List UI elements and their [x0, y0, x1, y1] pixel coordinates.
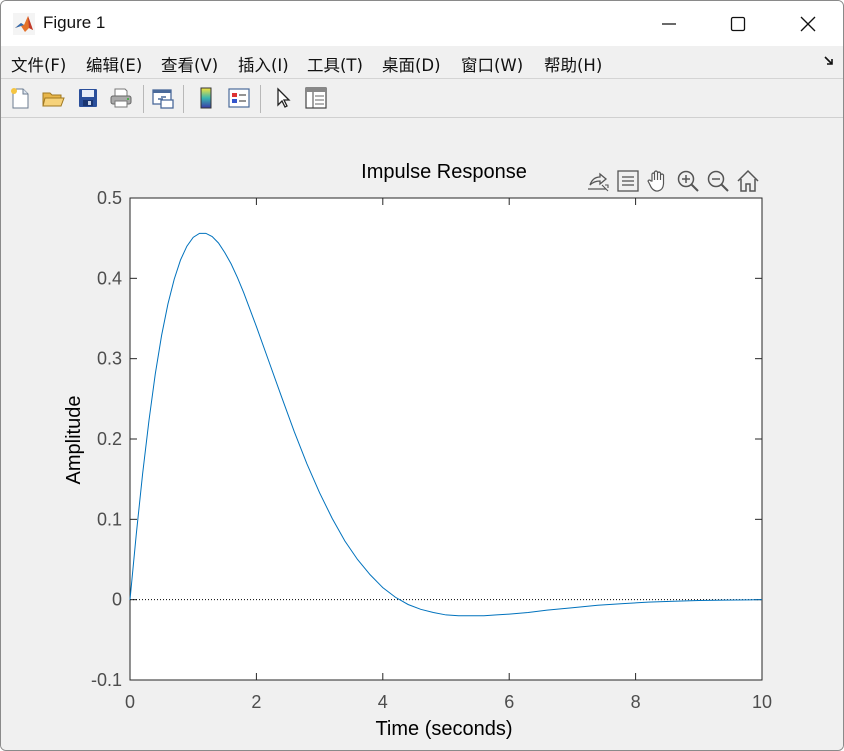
- y-tick-label: -0.1: [91, 670, 122, 690]
- menu-window[interactable]: 窗口(W): [461, 52, 523, 76]
- legend-icon: [228, 88, 250, 108]
- print-icon: [110, 88, 132, 108]
- minimize-icon: [662, 22, 676, 25]
- y-tick-label: 0.2: [97, 429, 122, 449]
- impulse-response-plot[interactable]: -0.100.10.20.30.40.5 0 2 4 6 8 10 Impulse Res…: [1, 118, 843, 750]
- link-plot-icon: [152, 89, 174, 109]
- close-button[interactable]: [773, 1, 843, 46]
- data-tips-icon[interactable]: [588, 172, 609, 192]
- menu-insert[interactable]: 插入(I): [238, 52, 289, 76]
- menu-tools[interactable]: 工具(T): [307, 52, 363, 76]
- open-file-button[interactable]: [40, 85, 66, 111]
- toolbar-separator: [260, 85, 261, 113]
- zoom-out-icon[interactable]: [707, 170, 729, 192]
- x-tick-labels: 0 2 4 6 8 10: [125, 692, 772, 712]
- y-tick-label: 0.5: [97, 188, 122, 208]
- x-tick-label: 2: [251, 692, 261, 712]
- print-button[interactable]: [108, 85, 134, 111]
- save-button[interactable]: [75, 85, 101, 111]
- x-tick-label: 10: [752, 692, 772, 712]
- pointer-icon: [277, 87, 291, 108]
- property-inspector-button[interactable]: [303, 85, 329, 111]
- maximize-button[interactable]: [703, 1, 773, 46]
- pan-hand-icon[interactable]: [647, 170, 665, 192]
- new-figure-button[interactable]: [7, 85, 33, 111]
- menu-desktop[interactable]: 桌面(D): [382, 52, 441, 76]
- y-tick-labels: -0.1 0 0.1 0.2 0.3 0.4 0.5: [91, 188, 122, 690]
- axes-toolbar: [588, 169, 759, 192]
- home-icon[interactable]: [737, 169, 759, 192]
- legend-button[interactable]: [226, 85, 252, 111]
- maximize-icon: [730, 16, 746, 31]
- toolbar-separator: [143, 85, 144, 113]
- zoom-in-icon[interactable]: [677, 170, 699, 192]
- y-tick-label: 0.1: [97, 509, 122, 529]
- x-axis-label: Time (seconds): [375, 718, 512, 740]
- figure-canvas: -0.1 0 0.1 0.2 0.3 0.4 0.5 0 2 4 6 8 10 Impulse Res…: [1, 118, 843, 750]
- y-tick-label: 0.4: [97, 268, 122, 288]
- property-inspector-icon: [305, 87, 327, 109]
- menu-help[interactable]: 帮助(H): [544, 52, 602, 76]
- toolbar-separator: [183, 85, 184, 113]
- y-tick-label: 0: [112, 590, 122, 610]
- window-title: Figure 1: [43, 13, 106, 32]
- figure-toolbar: [1, 79, 843, 118]
- colorbar-icon: [200, 87, 212, 109]
- open-file-icon: [42, 92, 65, 107]
- y-tick-label: 0.3: [97, 349, 122, 369]
- brush-icon[interactable]: [617, 170, 639, 192]
- save-icon: [79, 89, 97, 107]
- link-plot-button[interactable]: [150, 85, 176, 111]
- figure-window: Figure 1 文件(F) 编辑(E) 查看(V) 插入(I) 工具(T) 桌…: [0, 0, 844, 751]
- axes-box[interactable]: [129, 197, 763, 681]
- close-icon: [800, 16, 816, 31]
- pointer-button[interactable]: [270, 85, 296, 111]
- chart-title: Impulse Response: [361, 161, 527, 183]
- new-figure-icon: [11, 88, 29, 109]
- x-tick-label: 4: [378, 692, 388, 712]
- x-tick-label: 0: [125, 692, 135, 712]
- dock-arrow-icon[interactable]: [823, 54, 835, 72]
- title-bar[interactable]: Figure 1: [1, 1, 843, 46]
- x-tick-label: 6: [504, 692, 514, 712]
- menu-file[interactable]: 文件(F): [11, 52, 66, 76]
- menu-edit[interactable]: 编辑(E): [86, 52, 142, 76]
- menu-view[interactable]: 查看(V): [161, 52, 218, 76]
- matlab-icon: [13, 13, 35, 35]
- y-axis-label: Amplitude: [63, 396, 85, 485]
- minimize-button[interactable]: [634, 1, 704, 46]
- colorbar-button[interactable]: [193, 85, 219, 111]
- menu-bar: 文件(F) 编辑(E) 查看(V) 插入(I) 工具(T) 桌面(D) 窗口(W…: [1, 46, 843, 79]
- x-tick-label: 8: [631, 692, 641, 712]
